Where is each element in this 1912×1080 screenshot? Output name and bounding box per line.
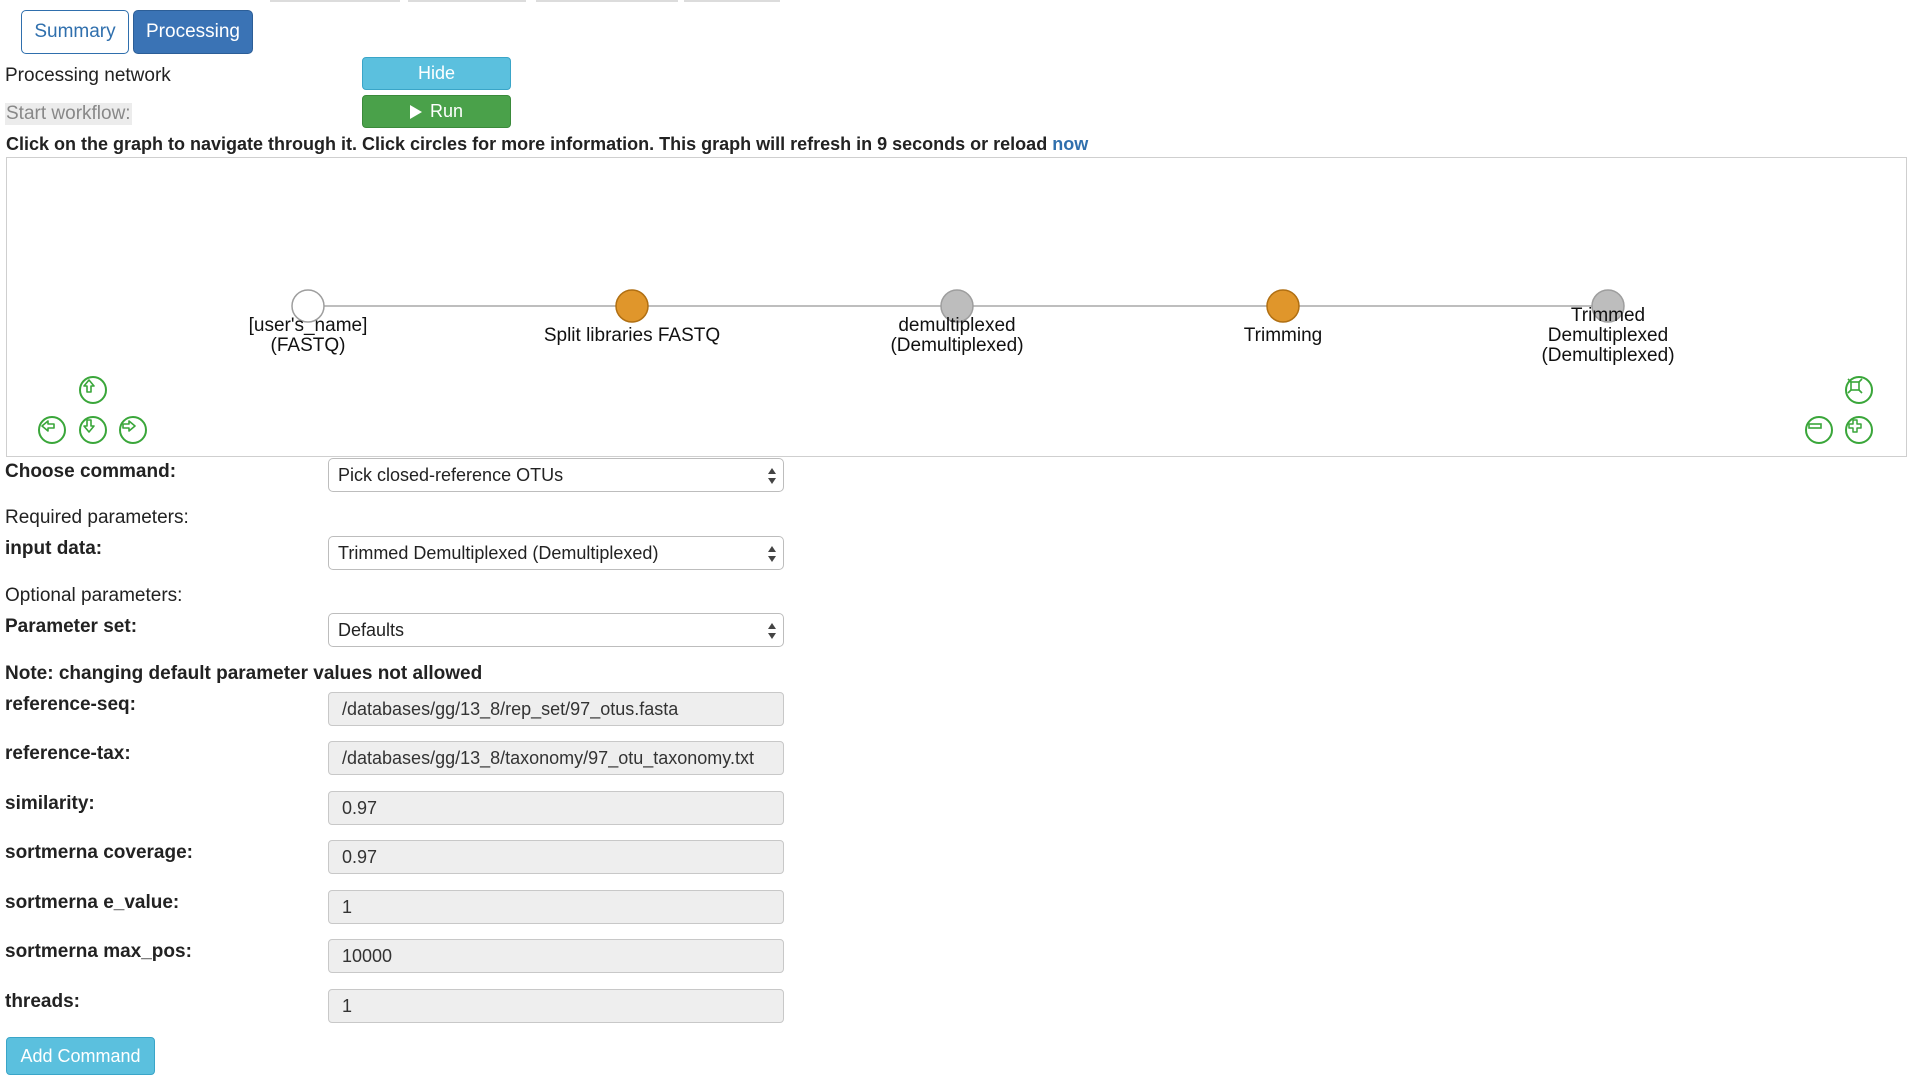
graph-node-label-line: Split libraries FASTQ	[543, 325, 721, 346]
tab-stub	[408, 0, 526, 2]
graph-node-label: [user's_name] (FASTQ)	[249, 316, 368, 356]
graph-instructions-text: Click on the graph to navigate through i…	[6, 134, 1048, 154]
graph-node-label-line: Demultiplexed	[1547, 325, 1669, 346]
fit-icon[interactable]	[1845, 376, 1873, 404]
required-parameters-label: Required parameters:	[5, 507, 189, 528]
tab-summary[interactable]: Summary	[21, 10, 129, 54]
param-value-field: /databases/gg/13_8/taxonomy/97_otu_taxon…	[328, 741, 784, 775]
graph-node-label-line: demultiplexed	[898, 315, 1016, 336]
param-label: sortmerna e_value:	[5, 892, 180, 913]
choose-command-label: Choose command:	[5, 461, 177, 482]
graph-node-label-line: Trimming	[1243, 325, 1323, 346]
param-label: sortmerna coverage:	[5, 842, 193, 863]
param-value-field: 10000	[328, 939, 784, 973]
command-select[interactable]: Pick closed-reference OTUs	[328, 458, 784, 492]
processing-network-label: Processing network	[5, 65, 171, 86]
param-label: threads:	[5, 991, 80, 1012]
graph-node-label-line: (Demultiplexed)	[890, 335, 1024, 356]
graph-node-label: Split libraries FASTQ	[544, 326, 720, 346]
select-arrows-icon	[768, 621, 777, 641]
select-arrows-icon	[768, 544, 777, 564]
input-data-label: input data:	[5, 538, 103, 559]
param-label: sortmerna max_pos:	[5, 941, 192, 962]
command-select-value: Pick closed-reference OTUs	[338, 464, 564, 485]
start-workflow-label: Start workflow:	[5, 103, 132, 125]
param-value-field: /databases/gg/13_8/rep_set/97_otus.fasta	[328, 692, 784, 726]
tab-stub	[270, 0, 400, 2]
hide-button[interactable]: Hide	[362, 57, 511, 90]
reload-now-link[interactable]: now	[1052, 134, 1088, 154]
run-button-label: Run	[429, 101, 464, 121]
param-value-field: 0.97	[328, 791, 784, 825]
play-icon	[409, 104, 422, 119]
param-value-field: 1	[328, 890, 784, 924]
param-value-field: 1	[328, 989, 784, 1023]
parameter-set-select-value: Defaults	[338, 619, 405, 640]
parameter-set-select[interactable]: Defaults	[328, 613, 784, 647]
graph-node-job[interactable]	[615, 289, 649, 323]
zoom-out-icon[interactable]	[1805, 416, 1833, 444]
param-value-field: 0.97	[328, 840, 784, 874]
tab-stub	[684, 0, 780, 2]
input-data-select[interactable]: Trimmed Demultiplexed (Demultiplexed)	[328, 536, 784, 570]
optional-parameters-label: Optional parameters:	[5, 585, 183, 606]
graph-node-label: demultiplexed (Demultiplexed)	[890, 316, 1023, 356]
graph-node-label-line: [user's_name]	[248, 315, 368, 336]
parameter-set-label: Parameter set:	[5, 616, 138, 637]
param-label: reference-seq:	[5, 694, 136, 715]
defaults-note: Note: changing default parameter values …	[5, 663, 483, 684]
arrow-left-icon[interactable]	[38, 416, 66, 444]
add-command-button[interactable]: Add Command	[6, 1037, 155, 1075]
graph-node-job[interactable]	[1266, 289, 1300, 323]
tab-stub	[536, 0, 678, 2]
graph-node-label-line: (Demultiplexed)	[1541, 345, 1675, 366]
param-label: reference-tax:	[5, 743, 131, 764]
graph-node-label: Trimmed Demultiplexed (Demultiplexed)	[1541, 306, 1674, 366]
graph-node-label: Trimming	[1244, 326, 1322, 346]
input-data-select-value: Trimmed Demultiplexed (Demultiplexed)	[338, 542, 659, 563]
processing-graph[interactable]: [user's_name] (FASTQ) Split libraries FAST…	[6, 157, 1907, 457]
graph-node-label-line: (FASTQ)	[270, 335, 346, 356]
zoom-in-icon[interactable]	[1845, 416, 1873, 444]
graph-instructions: Click on the graph to navigate through i…	[6, 134, 1088, 155]
param-label: similarity:	[5, 793, 95, 814]
arrow-down-icon[interactable]	[79, 416, 107, 444]
tab-processing[interactable]: Processing	[133, 10, 253, 54]
arrow-right-icon[interactable]	[119, 416, 147, 444]
select-arrows-icon	[768, 466, 777, 486]
run-button[interactable]: Run	[362, 95, 511, 128]
graph-node-label-line: Trimmed	[1570, 305, 1646, 326]
arrow-up-icon[interactable]	[79, 376, 107, 404]
